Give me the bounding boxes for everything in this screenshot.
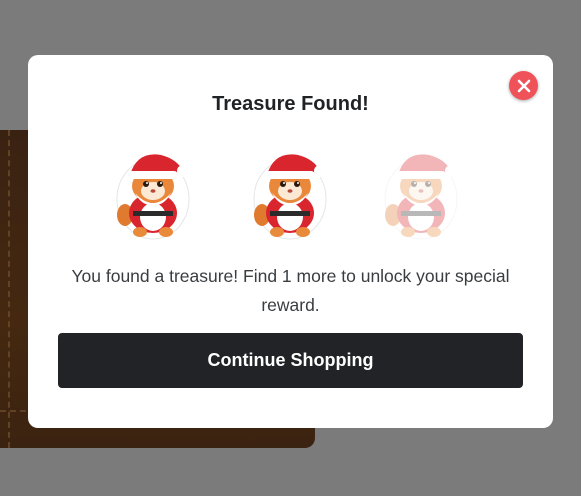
santa-cat-icon <box>116 154 190 240</box>
treasure-progress <box>113 141 473 241</box>
modal-message: You found a treasure! Find 1 more to unl… <box>71 266 510 315</box>
santa-cat-icon <box>253 154 327 240</box>
treasure-modal: Treasure Found! You found a treasure! Fi… <box>28 55 553 428</box>
close-icon <box>517 79 530 92</box>
santa-cat-icon <box>384 154 458 240</box>
continue-shopping-button[interactable]: Continue Shopping <box>58 333 523 388</box>
modal-title: Treasure Found! <box>212 93 369 115</box>
